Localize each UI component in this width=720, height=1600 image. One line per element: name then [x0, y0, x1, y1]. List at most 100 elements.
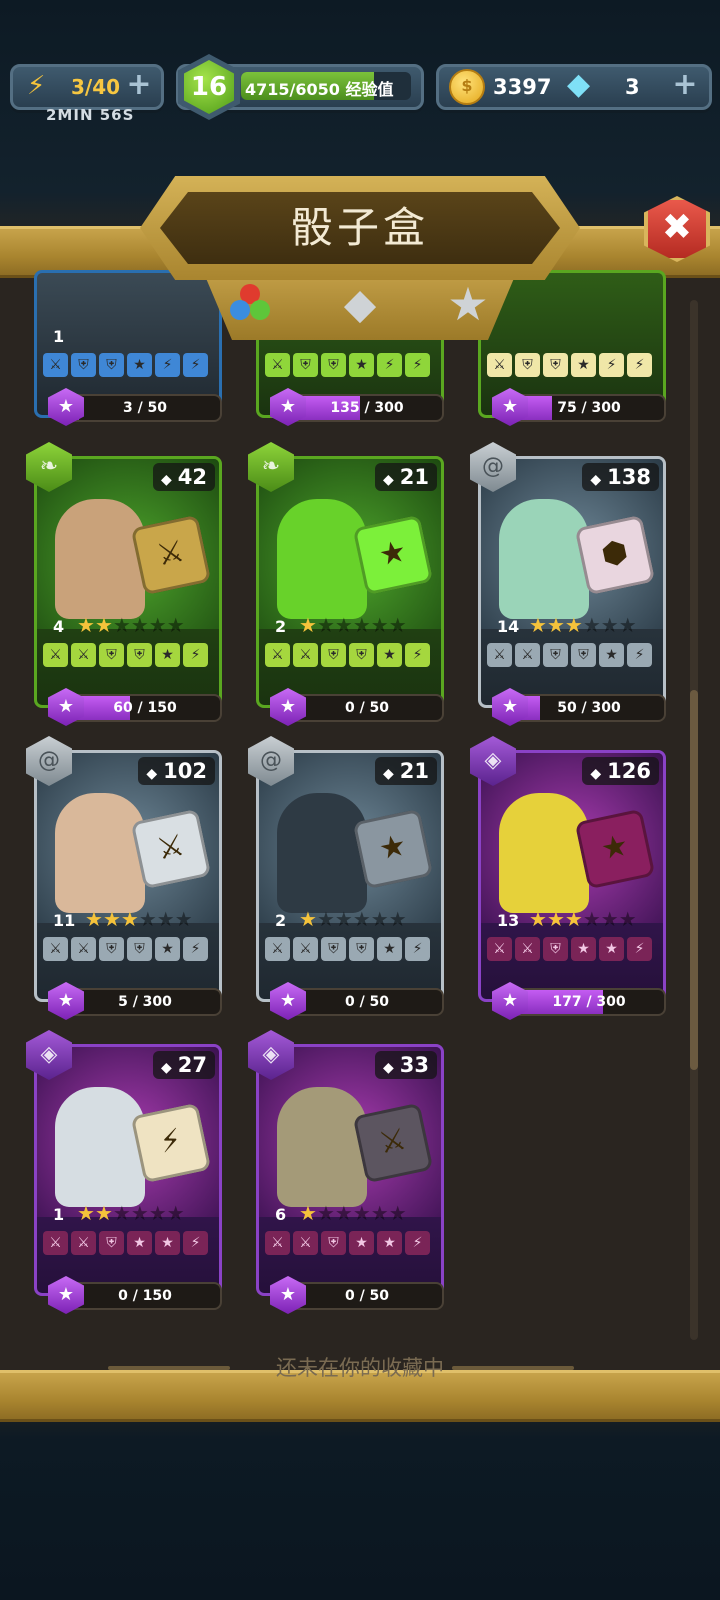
star-icon: ★	[316, 907, 335, 931]
die-face-icon: ⚔	[293, 1231, 318, 1255]
card-level: 13	[497, 911, 520, 930]
star-icon: ★	[582, 907, 601, 931]
star-icon: ★	[334, 907, 353, 931]
card-gem-value: 33	[399, 1053, 429, 1077]
die-face-icon: ⛨	[349, 937, 374, 961]
dice-card[interactable]: ⚔ ◆ 33 6 ★★★★★★ ⚔ ⚔ ⛨ ★ ★ ⚡	[256, 1044, 444, 1296]
die-face-icon: ⛨	[321, 937, 346, 961]
star-icon: ★	[299, 1201, 317, 1225]
die-icon: ⚡	[130, 1102, 212, 1184]
die-icon: ★	[574, 808, 656, 890]
star-icon: ★	[112, 1201, 131, 1225]
star-icon: ★	[130, 613, 149, 637]
scrollbar-thumb[interactable]	[690, 690, 698, 1070]
die-face-icon: ⚔	[71, 937, 96, 961]
dice-card[interactable]: ⬢ ◆ 138 14 ★★★★★★ ⚔ ⚔ ⛨ ⛨ ★ ⚡	[478, 456, 666, 708]
die-face-icon: ⛨	[127, 643, 152, 667]
die-face-icon: ⚔	[43, 1231, 68, 1255]
coin-value: 3397	[493, 75, 552, 99]
card-progress-bar: 177 / 300	[512, 988, 666, 1016]
die-faces: ⚔ ⚔ ⛨ ★ ★ ⚡	[43, 1231, 213, 1257]
dice-card[interactable]: ⚔ ◆ 102 11 ★★★★★★ ⚔ ⚔ ⛨ ⛨ ★ ⚡	[34, 750, 222, 1002]
hero-portrait	[499, 499, 589, 619]
card-gem-cost: ◆ 21	[374, 757, 437, 785]
card-progress-bar: 75 / 300	[512, 394, 666, 422]
lightning-icon: ⚡	[27, 71, 46, 101]
die-face-icon: ⛨	[99, 353, 124, 377]
dice-card[interactable]: ★ ◆ 21 2 ★★★★★★ ⚔ ⚔ ⛨ ⛨ ★ ⚡	[256, 456, 444, 708]
die-face-icon: ⛨	[293, 353, 318, 377]
die-face-icon: ⚡	[183, 643, 208, 667]
star-icon: ★	[618, 613, 637, 637]
xp-bar: 4715/6050 经验值	[241, 72, 411, 100]
hero-portrait	[277, 793, 367, 913]
die-face-icon: ★	[127, 1231, 152, 1255]
star-icon: ★	[120, 907, 139, 931]
die-face-icon: ⛨	[321, 353, 346, 377]
dice-card[interactable]: ★ ◆ 21 2 ★★★★★★ ⚔ ⚔ ⛨ ⛨ ★ ⚡	[256, 750, 444, 1002]
star-icon: ★	[546, 907, 565, 931]
die-face-icon: ★	[377, 643, 402, 667]
dice-card[interactable]: ⚡ ◆ 27 1 ★★★★★★ ⚔ ⚔ ⛨ ★ ★ ⚡	[34, 1044, 222, 1296]
die-face-icon: ⛨	[99, 937, 124, 961]
card-progress-text: 75 / 300	[557, 400, 621, 416]
card-progress-text: 177 / 300	[552, 994, 626, 1010]
die-face-icon: ⚔	[487, 643, 512, 667]
hero-portrait	[499, 793, 589, 913]
add-energy-button[interactable]: +	[125, 70, 153, 100]
card-progress-text: 5 / 300	[118, 994, 172, 1010]
die-face-icon: ⚔	[293, 937, 318, 961]
energy-counter[interactable]: ⚡ 3/40 +	[10, 64, 164, 110]
star-icon: ★	[334, 1201, 353, 1225]
card-level: 1	[53, 327, 65, 346]
diamond-icon: ◆	[146, 766, 158, 782]
die-face-icon: ⛨	[543, 643, 568, 667]
star-icon: ★	[316, 613, 335, 637]
die-icon: ★	[352, 514, 434, 596]
card-gem-value: 21	[399, 465, 429, 489]
die-face-icon: ⛨	[349, 643, 374, 667]
filter-rarity-button[interactable]	[222, 276, 278, 332]
die-face-icon: ⚡	[599, 353, 624, 377]
die-face-icon: ★	[377, 937, 402, 961]
card-gem-cost: ◆ 33	[374, 1051, 437, 1079]
diamond-icon: ◆	[590, 472, 602, 488]
dice-card[interactable]: ⚔ ◆ 42 4 ★★★★★★ ⚔ ⚔ ⛨ ⛨ ★ ⚡	[34, 456, 222, 708]
filter-star-button[interactable]: ★	[440, 276, 496, 332]
currency-counter: $ 3397 ◆ 3 +	[436, 64, 712, 110]
die-face-icon: ⚔	[265, 937, 290, 961]
die-face-icon: ⚔	[487, 937, 512, 961]
die-faces: ⚔ ⚔ ⛨ ★ ★ ⚡	[487, 937, 657, 963]
die-face-icon: ★	[155, 937, 180, 961]
diamond-icon: ◆	[590, 766, 602, 782]
die-face-icon: ⛨	[99, 643, 124, 667]
card-level: 11	[53, 911, 76, 930]
die-face-icon: ★	[349, 353, 374, 377]
die-face-icon: ⚔	[265, 353, 290, 377]
card-stars: ★★★★★★	[299, 1201, 407, 1225]
star-icon: ★	[138, 907, 157, 931]
card-level: 4	[53, 617, 65, 636]
add-currency-button[interactable]: +	[671, 70, 699, 100]
diamond-icon: ◆	[160, 1060, 172, 1076]
card-gem-value: 138	[607, 465, 651, 489]
die-face-icon: ⚡	[627, 937, 652, 961]
die-faces: ⚔ ⚔ ⛨ ⛨ ★ ⚡	[265, 937, 435, 963]
die-face-icon: ⛨	[127, 937, 152, 961]
card-progress-bar: 5 / 300	[68, 988, 222, 1016]
die-icon: ⚔	[130, 514, 212, 596]
hero-portrait	[277, 499, 367, 619]
die-face-icon: ⛨	[515, 353, 540, 377]
card-gem-value: 126	[607, 759, 651, 783]
star-icon: ★	[582, 613, 601, 637]
dice-card[interactable]: ★ ◆ 126 13 ★★★★★★ ⚔ ⚔ ⛨ ★ ★ ⚡	[478, 750, 666, 1002]
die-icon: ★	[352, 808, 434, 890]
die-face-icon: ⚔	[515, 937, 540, 961]
die-faces: ⚔ ⚔ ⛨ ★ ★ ⚡	[265, 1231, 435, 1257]
die-face-icon: ⛨	[543, 937, 568, 961]
die-icon: ⚔	[130, 808, 212, 890]
diamond-icon: ◆	[382, 472, 394, 488]
hero-portrait	[277, 1087, 367, 1207]
die-face-icon: ⛨	[321, 1231, 346, 1255]
filter-gem-button[interactable]: ◆	[332, 276, 388, 332]
